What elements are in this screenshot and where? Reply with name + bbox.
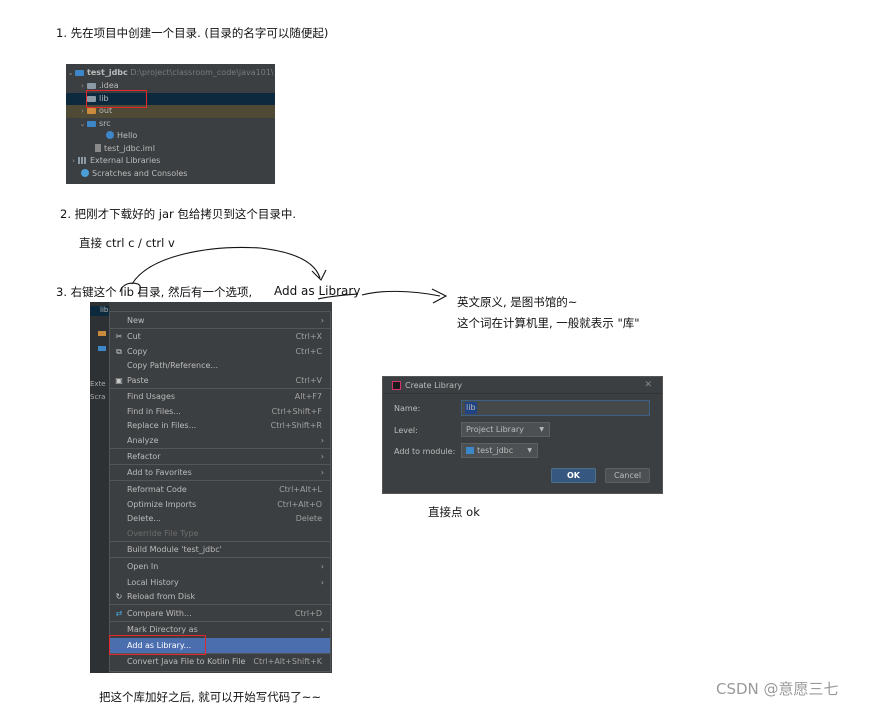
module-label: Add to module: <box>394 447 456 456</box>
tree-root[interactable]: ⌄ test_jdbc D:\project\classroom_code\jav… <box>66 67 275 80</box>
menu-item-convert-to-kotlin[interactable]: Convert Java File to Kotlin File Ctrl+Alt… <box>110 654 330 669</box>
submenu-arrow-icon: › <box>320 316 324 325</box>
reload-icon: ↻ <box>115 592 123 601</box>
menu-item-reformat-code[interactable]: Reformat Code Ctrl+Alt+L <box>110 482 330 497</box>
side-item-lib: lib <box>100 306 109 314</box>
menu-item-find-in-files[interactable]: Find in Files... Ctrl+Shift+F <box>110 404 330 419</box>
iml-file-icon <box>95 143 101 152</box>
menu-item-open-in[interactable]: Open In › <box>110 559 330 574</box>
source-folder-icon <box>87 120 96 127</box>
name-label: Name: <box>394 404 421 413</box>
menu-item-compare-with[interactable]: ⇄ Compare With... Ctrl+D <box>110 606 330 621</box>
chevron-down-icon: ⌄ <box>79 119 86 128</box>
cancel-button[interactable]: Cancel <box>605 468 650 483</box>
compare-icon: ⇄ <box>115 609 123 618</box>
level-select[interactable]: Project Library ▼ <box>461 422 550 437</box>
tree-item-label: Hello <box>117 131 138 140</box>
name-input[interactable]: lib <box>461 400 650 416</box>
side-item-scratches: Scra <box>90 393 106 401</box>
clipboard-icon: ▣ <box>115 376 123 385</box>
tree-item-iml[interactable]: test_jdbc.iml <box>66 143 275 156</box>
menu-item-build-module[interactable]: Build Module 'test_jdbc' <box>110 542 330 557</box>
side-project-tree: lib Exte Scra <box>90 302 109 673</box>
submenu-arrow-icon: › <box>320 436 324 445</box>
create-library-dialog: Create Library ✕ Name: lib Level: Projec… <box>382 376 663 494</box>
chevron-down-icon: ⌄ <box>67 69 74 77</box>
level-label: Level: <box>394 426 418 435</box>
add-as-library-highlight-box <box>109 635 206 655</box>
name-input-value: lib <box>465 402 477 414</box>
menu-item-refactor[interactable]: Refactor › <box>110 449 330 464</box>
submenu-arrow-icon: › <box>320 625 324 634</box>
menu-item-new[interactable]: New › <box>110 313 330 328</box>
project-tree: ⌄ test_jdbc D:\project\classroom_code\jav… <box>66 64 275 184</box>
menu-item-delete[interactable]: Delete... Delete <box>110 511 330 526</box>
module-icon <box>466 447 474 454</box>
menu-item-override-file-type: Override File Type <box>127 529 199 538</box>
tree-item-scratches[interactable]: Scratches and Consoles <box>66 168 275 181</box>
menu-item-optimize-imports[interactable]: Optimize Imports Ctrl+Alt+O <box>110 497 330 512</box>
folder-icon <box>98 346 106 351</box>
menu-item-local-history[interactable]: Local History › <box>110 575 330 590</box>
tree-item-src[interactable]: ⌄ src <box>66 118 275 131</box>
tree-item-label: test_jdbc.iml <box>104 143 155 153</box>
tree-item-label: .idea <box>99 81 119 90</box>
menu-item-cut[interactable]: ✂ Cut Ctrl+X <box>110 329 330 344</box>
watermark: CSDN @意愿三七 <box>716 680 839 698</box>
menu-item-copy[interactable]: ⧉ Copy Ctrl+C <box>110 344 330 359</box>
folder-icon <box>87 83 96 89</box>
scissors-icon: ✂ <box>115 332 123 341</box>
module-folder-icon <box>75 70 84 76</box>
ok-button[interactable]: OK <box>551 468 596 483</box>
menu-item-replace-in-files[interactable]: Replace in Files... Ctrl+Shift+R <box>110 418 330 433</box>
menu-item-copy-path[interactable]: Copy Path/Reference... <box>110 358 330 373</box>
copy-icon: ⧉ <box>116 347 122 356</box>
tree-root-path: D:\project\classroom_code\java101\ <box>130 68 274 77</box>
submenu-arrow-icon: › <box>320 562 324 571</box>
library-icon <box>78 157 87 164</box>
intellij-logo-icon <box>392 381 401 390</box>
submenu-arrow-icon: › <box>320 452 324 461</box>
dialog-title-bar: Create Library ✕ <box>383 377 662 394</box>
module-select[interactable]: test_jdbc ▼ <box>461 443 538 458</box>
menu-item-add-to-favorites[interactable]: Add to Favorites › <box>110 465 330 480</box>
scratches-icon <box>81 168 89 177</box>
close-icon[interactable]: ✕ <box>644 380 652 390</box>
chevron-down-icon: ▼ <box>539 426 544 433</box>
submenu-arrow-icon: › <box>320 468 324 477</box>
menu-item-find-usages[interactable]: Find Usages Alt+F7 <box>110 389 330 404</box>
chevron-right-icon: › <box>72 157 75 165</box>
level-select-value: Project Library <box>466 425 524 434</box>
lib-highlight-box <box>86 90 147 108</box>
submenu-arrow-icon: › <box>320 578 324 587</box>
folder-icon <box>98 331 106 336</box>
tree-item-label: src <box>99 118 111 128</box>
tree-item-hello[interactable]: Hello <box>66 130 275 143</box>
class-icon <box>106 131 114 139</box>
menu-item-analyze[interactable]: Analyze › <box>110 433 330 448</box>
tree-item-label: Scratches and Consoles <box>92 168 188 178</box>
menu-item-reload-from-disk[interactable]: ↻ Reload from Disk <box>110 589 330 604</box>
chevron-down-icon: ▼ <box>527 447 532 454</box>
context-menu: New › ✂ Cut Ctrl+X ⧉ Copy Ctrl+C Copy Path/Re… <box>109 311 331 672</box>
module-select-value: test_jdbc <box>477 446 514 455</box>
menu-item-paste[interactable]: ▣ Paste Ctrl+V <box>110 373 330 388</box>
side-item-external: Exte <box>90 380 106 388</box>
tree-root-label: test_jdbc <box>87 68 128 77</box>
folder-icon <box>87 108 96 114</box>
dialog-title: Create Library <box>405 381 463 390</box>
tree-item-label: External Libraries <box>90 156 161 165</box>
tree-item-external-libraries[interactable]: › External Libraries <box>66 155 275 168</box>
